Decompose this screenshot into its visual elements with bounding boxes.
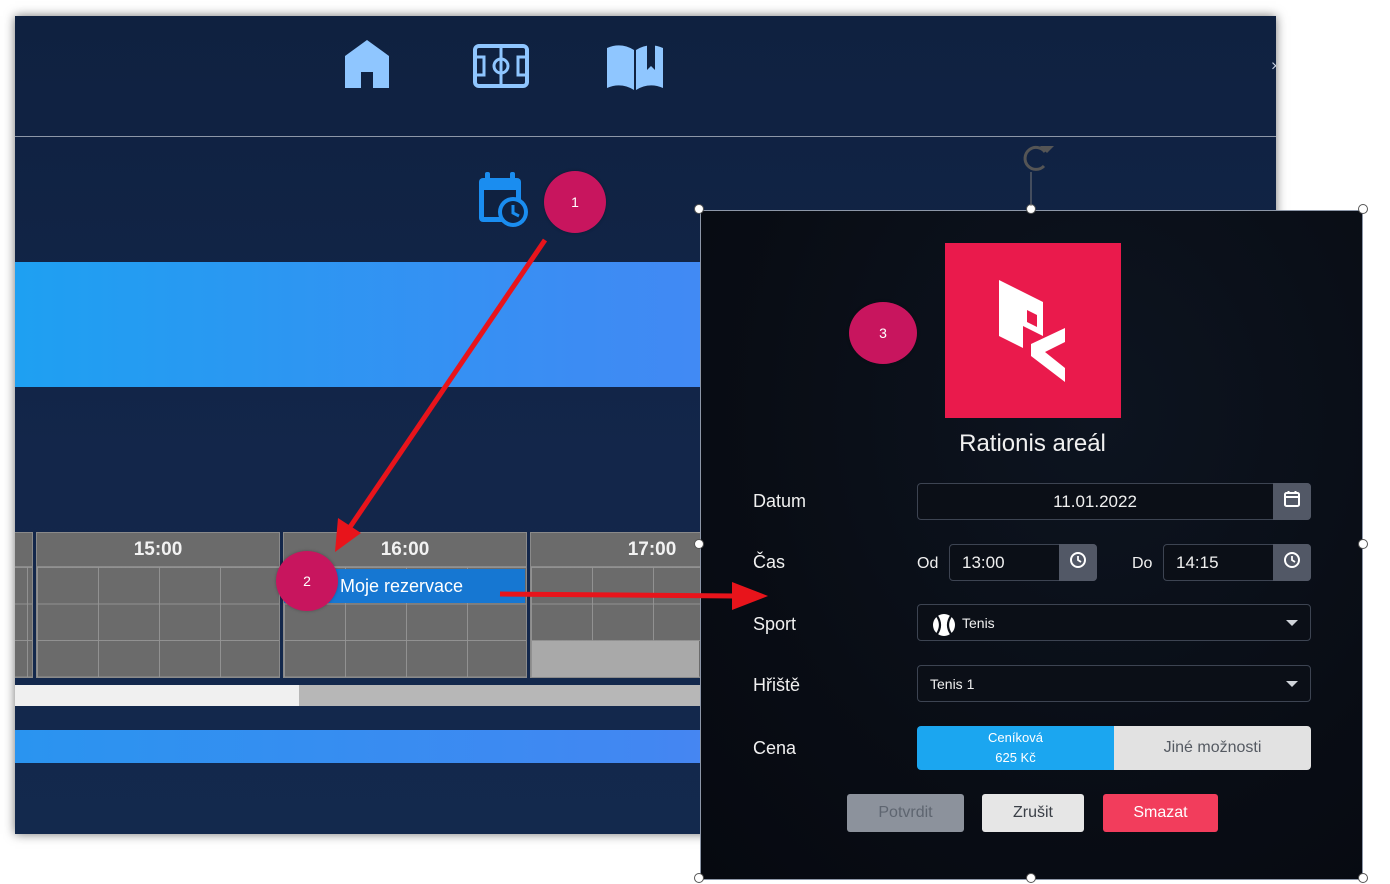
calendar-icon [1283,490,1301,513]
resize-handle[interactable] [694,539,704,549]
chevron-down-icon [1286,620,1298,626]
court-value: Tenis 1 [930,676,975,692]
time-to-field[interactable]: 14:15 [1163,544,1311,581]
date-label: Datum [753,491,807,511]
resize-handle[interactable] [1358,539,1368,549]
clock-icon [1283,551,1301,574]
price-option-other[interactable]: Jiné možnosti [1114,726,1311,770]
scrollbar-thumb[interactable] [299,685,715,706]
callout-3: 3 [849,302,917,364]
hour-label: 15:00 [37,533,279,567]
free-slot-block[interactable] [532,641,699,677]
venue-name: Rationis areál [959,430,1106,457]
field-icon[interactable] [473,44,529,88]
top-navigation: × [15,16,1276,136]
confirm-button[interactable]: Potvrdit [847,794,964,832]
resize-handle[interactable] [1026,204,1036,214]
resize-handle[interactable] [1026,873,1036,883]
resize-handle[interactable] [694,873,704,883]
time-from-label: Od [917,555,939,572]
calendar-clock-icon[interactable] [475,170,531,235]
time-to-picker-button[interactable] [1273,544,1311,581]
resize-handle[interactable] [1358,204,1368,214]
time-from-field[interactable]: 13:00 [949,544,1097,581]
chevron-down-icon [1286,681,1298,687]
slot-grid[interactable] [37,567,279,677]
court-label: Hřiště [753,675,801,695]
callout-1: 1 [544,171,606,233]
clock-icon [1069,551,1087,574]
calendar-button[interactable] [1273,483,1311,520]
resize-handle[interactable] [1358,873,1368,883]
home-icon[interactable] [343,38,391,90]
price-label: Cena [753,738,797,758]
close-icon[interactable]: × [1271,58,1276,76]
tennis-ball-icon [932,613,956,642]
court-select[interactable]: Tenis 1 [917,665,1311,702]
timeline-slot [15,532,33,678]
callout-2: 2 [276,551,338,611]
rationis-logo [945,243,1121,418]
time-from-value: 13:00 [962,553,1005,572]
time-from-picker-button[interactable] [1059,544,1097,581]
sport-select[interactable]: Tenis [917,604,1311,641]
timeline-slot: 15:00 [36,532,280,678]
divider [15,136,1276,137]
price-option-title: Ceníková [988,730,1043,745]
price-option-standard[interactable]: Ceníková 625 Kč [917,726,1114,770]
cancel-button[interactable]: Zrušit [982,794,1084,832]
book-icon[interactable] [605,40,665,92]
time-to-label: Do [1132,555,1153,572]
sport-value: Tenis [962,615,995,631]
sport-label: Sport [753,614,797,634]
delete-button[interactable]: Smazat [1103,794,1218,832]
resize-handle[interactable] [694,204,704,214]
price-option-amount: 625 Kč [995,750,1036,765]
time-to-value: 14:15 [1176,553,1219,572]
date-field[interactable]: 11.01.2022 [917,483,1311,520]
time-label: Čas [753,552,786,572]
date-value: 11.01.2022 [1053,492,1137,511]
reservation-dialog: Rationis areál Datum 11.01.2022 Čas Od 1… [700,210,1363,880]
